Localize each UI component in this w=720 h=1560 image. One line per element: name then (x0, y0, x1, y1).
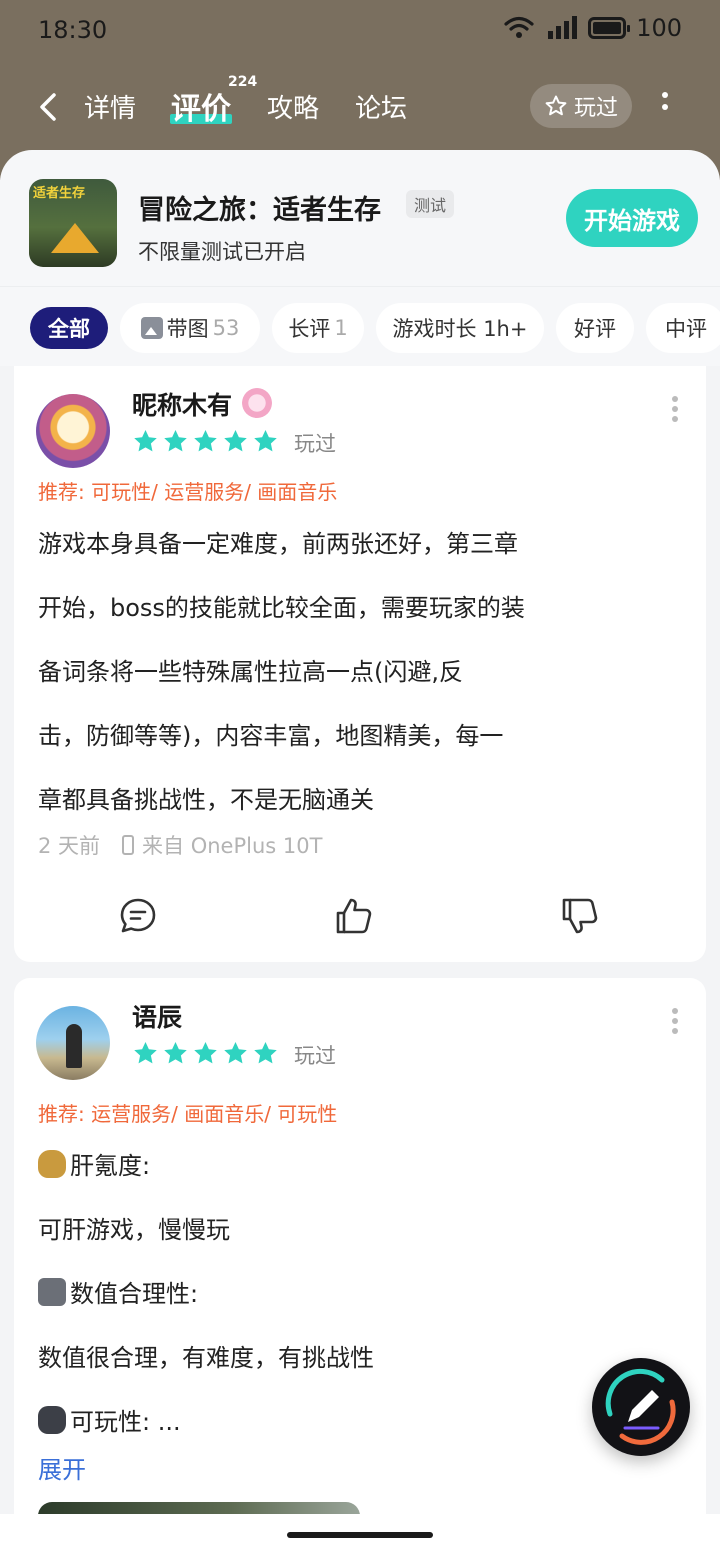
review-text-line: 击，防御等等)，内容丰富，地图精美，每一 (38, 722, 504, 750)
thumbs-down-icon[interactable] (560, 896, 600, 936)
filter-count: 53 (212, 316, 240, 340)
more-options-icon[interactable] (660, 92, 670, 118)
test-tag: 测试 (406, 190, 455, 218)
star-icon (134, 1042, 157, 1064)
star-icon (224, 430, 247, 452)
filter-label: 长评 (288, 317, 331, 341)
rating-stars (132, 428, 279, 455)
game-title: 冒险之旅：适者生存 (138, 195, 381, 226)
review-card: 昵称木有 玩过 推荐: 可玩性/ 运营服务/ 画面音乐 游戏本身具备一定难度，前… (14, 366, 706, 962)
username[interactable]: 语辰 (132, 998, 182, 1034)
more-options-icon[interactable] (672, 1008, 680, 1038)
star-icon (194, 1042, 217, 1064)
review-text-line: 开始，boss的技能就比较全面，需要玩家的装 (38, 594, 525, 622)
filter-label: 好评 (574, 317, 616, 341)
filter-label: 带图 (166, 317, 209, 341)
review-text-line: 可玩性: ... (38, 1402, 181, 1437)
review-device: 来自 OnePlus 10T (142, 834, 323, 858)
star-icon (254, 430, 277, 452)
home-indicator[interactable] (287, 1532, 433, 1538)
battery-icon (588, 17, 631, 39)
game-icon-text: 适者生存 (33, 186, 86, 201)
tab-reviews[interactable]: 评价 (171, 84, 231, 128)
wifi-icon (504, 16, 534, 38)
game-subtitle: 不限量测试已开启 (138, 240, 306, 264)
recommend-tags: 推荐: 可玩性/ 运营服务/ 画面音乐 (38, 480, 338, 504)
filter-label: 游戏时长 1h+ (392, 317, 528, 341)
game-info-card: 适者生存 冒险之旅：适者生存 测试 不限量测试已开启 开始游戏 (0, 150, 720, 286)
more-options-icon[interactable] (672, 396, 680, 426)
star-icon (224, 1042, 247, 1064)
filter-playtime[interactable]: 游戏时长 1h+ (376, 303, 544, 353)
avatar[interactable] (36, 394, 110, 468)
status-bar: 18:30 100 (0, 0, 720, 62)
review-filter-bar: 全部 带图 53 长评 1 游戏时长 1h+ 好评 中评 (0, 286, 720, 366)
review-text-line: 章都具备挑战性，不是无脑通关 (38, 786, 374, 814)
tab-forum[interactable]: 论坛 (355, 88, 407, 125)
review-text-line: 肝氪度: (38, 1146, 150, 1181)
star-icon (164, 1042, 187, 1064)
image-icon (140, 317, 163, 339)
write-review-button[interactable] (592, 1358, 690, 1456)
star-icon (134, 430, 157, 452)
review-text-line: 游戏本身具备一定难度，前两张还好，第三章 (38, 530, 518, 558)
tab-guides[interactable]: 攻略 (267, 88, 319, 125)
game-controller-icon (38, 1406, 66, 1434)
review-text-line: 备词条将一些特殊属性拉高一点(闪避,反 (38, 658, 463, 686)
tab-details[interactable]: 详情 (84, 88, 136, 125)
review-meta: 2 天前 来自 OnePlus 10T (38, 830, 322, 860)
played-status: 玩过 (294, 432, 336, 456)
filter-neutral[interactable]: 中评 (646, 303, 720, 353)
avatar[interactable] (36, 1006, 110, 1080)
review-text-line: 数值很合理，有难度，有挑战性 (38, 1344, 374, 1372)
pen-icon (605, 1368, 676, 1445)
battery-level: 100 (636, 14, 682, 42)
review-time: 2 天前 (38, 834, 101, 858)
played-button[interactable]: 玩过 (530, 84, 632, 128)
filter-all[interactable]: 全部 (30, 307, 108, 349)
control-knobs-icon (38, 1278, 66, 1306)
recommend-tags: 推荐: 运营服务/ 画面音乐/ 可玩性 (38, 1102, 338, 1126)
status-time: 18:30 (38, 16, 108, 44)
played-label: 玩过 (573, 96, 618, 121)
start-game-button[interactable]: 开始游戏 (566, 189, 698, 247)
review-text-line: 数值合理性: (38, 1274, 198, 1309)
rating-stars (132, 1040, 279, 1067)
status-icons: 100 (504, 14, 682, 42)
review-text-line: 可肝游戏，慢慢玩 (38, 1216, 230, 1244)
comment-icon[interactable] (118, 896, 158, 936)
user-badge-icon (242, 388, 272, 418)
money-bag-icon (38, 1150, 66, 1178)
star-icon (254, 1042, 277, 1064)
thumbs-up-icon[interactable] (334, 896, 374, 936)
filter-label: 全部 (48, 317, 90, 341)
filter-long-review[interactable]: 长评 1 (272, 303, 364, 353)
review-count-badge: 224 (228, 74, 258, 90)
filter-positive[interactable]: 好评 (556, 303, 634, 353)
username[interactable]: 昵称木有 (132, 386, 232, 422)
phone-icon (122, 835, 135, 855)
filter-with-images[interactable]: 带图 53 (120, 303, 260, 353)
top-navigation: 详情 评价 224 攻略 论坛 玩过 (0, 72, 720, 138)
filter-label: 中评 (665, 317, 707, 341)
star-icon (164, 430, 187, 452)
star-icon (194, 430, 217, 452)
back-arrow-icon[interactable] (36, 92, 60, 122)
expand-link[interactable]: 展开 (38, 1450, 86, 1485)
game-icon[interactable]: 适者生存 (29, 179, 117, 267)
filter-count: 1 (334, 316, 348, 340)
star-outline-icon (545, 95, 567, 116)
played-status: 玩过 (294, 1044, 336, 1068)
cellular-signal-icon (548, 16, 578, 39)
